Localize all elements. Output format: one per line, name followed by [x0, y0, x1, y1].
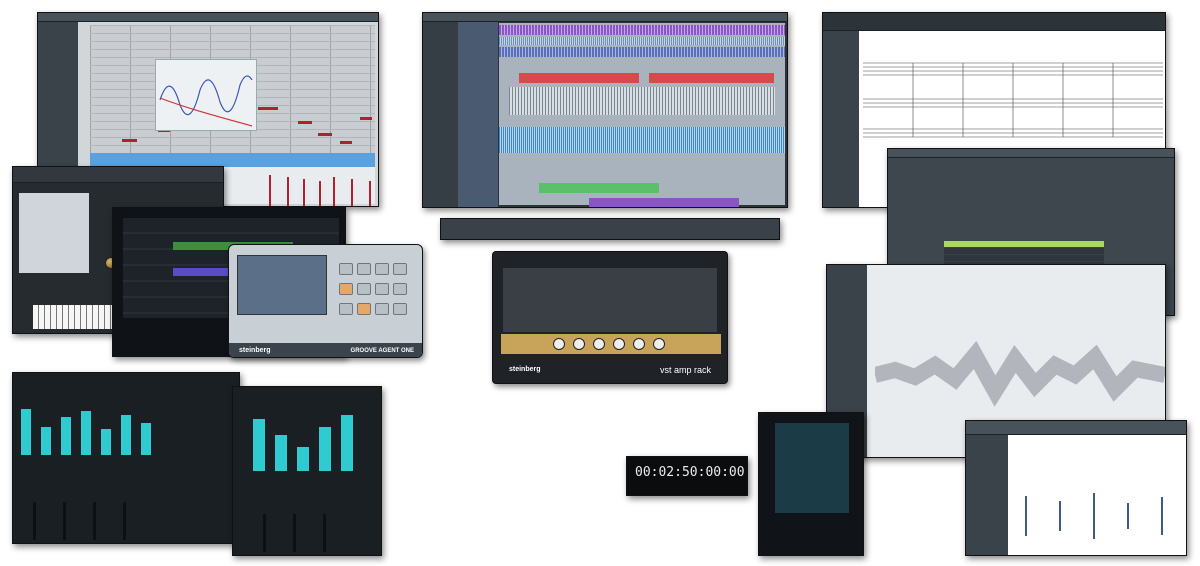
mixconsole-left [12, 372, 240, 544]
knob-icon[interactable] [553, 338, 565, 350]
mediabay-toolbar[interactable] [888, 149, 1174, 158]
pad-icon[interactable] [393, 263, 407, 275]
level-meter [61, 417, 71, 455]
audio-event[interactable] [499, 37, 785, 45]
audio-event[interactable] [499, 25, 785, 35]
knob-icon[interactable] [613, 338, 625, 350]
pad-icon[interactable] [375, 303, 389, 315]
knob-icon[interactable] [653, 338, 665, 350]
waveform-icon[interactable] [875, 335, 1165, 415]
audio-event[interactable] [589, 198, 739, 207]
level-meter [297, 447, 309, 471]
level-meter [141, 423, 151, 455]
fader-icon[interactable] [63, 502, 66, 540]
drum-transients [1025, 493, 1163, 539]
fader-icon[interactable] [123, 502, 126, 540]
automation-curve [159, 75, 253, 127]
level-meter [41, 427, 51, 455]
score-staves [863, 62, 1163, 138]
key-editor-toolbar[interactable] [38, 13, 378, 22]
level-meter [101, 429, 111, 455]
pad-icon[interactable] [339, 263, 353, 275]
fader-icon[interactable] [93, 502, 96, 540]
track-list[interactable] [458, 22, 498, 207]
knob-icon[interactable] [573, 338, 585, 350]
midi-note[interactable] [360, 117, 372, 120]
pad-icon[interactable] [393, 303, 407, 315]
amp-modules [503, 268, 717, 332]
fader-icon[interactable] [33, 502, 36, 540]
meter-display [775, 423, 849, 513]
waveform-toolbar[interactable] [966, 421, 1186, 435]
audio-event[interactable] [539, 183, 659, 193]
audio-event[interactable] [499, 47, 785, 57]
selected-row[interactable] [944, 241, 1104, 247]
pad-icon[interactable] [339, 303, 353, 315]
audio-event[interactable] [499, 127, 785, 153]
midi-note[interactable] [258, 107, 278, 110]
waveform-inspector [966, 435, 1008, 555]
curve-editor-popup[interactable] [155, 59, 257, 131]
midi-part[interactable] [649, 73, 774, 83]
pad-icon[interactable] [393, 283, 407, 295]
pad-icon[interactable] [357, 283, 371, 295]
amp-knob-strip [501, 334, 721, 354]
level-meter [341, 415, 353, 471]
brand-logo: steinberg [509, 366, 541, 373]
groove-agent-title: GROOVE AGENT ONE [350, 348, 414, 354]
pad-icon[interactable] [375, 263, 389, 275]
level-meter [81, 411, 91, 455]
groove-agent-window: steinberg GROOVE AGENT ONE [228, 244, 423, 358]
brand-logo: steinberg [239, 347, 271, 354]
fader-icon[interactable] [323, 514, 326, 552]
level-meter [21, 409, 31, 455]
level-meter [275, 435, 287, 471]
level-meter [121, 415, 131, 455]
pad-icon[interactable] [339, 283, 353, 295]
knob-icon[interactable] [593, 338, 605, 350]
midi-note[interactable] [122, 139, 137, 142]
audio-event[interactable] [509, 87, 775, 115]
midi-part[interactable] [519, 73, 639, 83]
drum-waveform-window [965, 420, 1187, 556]
pad-icon[interactable] [375, 283, 389, 295]
mixconsole-right [232, 386, 382, 556]
level-meter [253, 419, 265, 471]
pad-icon[interactable] [357, 263, 371, 275]
event-display[interactable] [499, 23, 785, 207]
transport-panel[interactable] [440, 218, 780, 240]
groove-display [237, 255, 327, 315]
time-display-window: 00:02:50:00:00 [626, 456, 748, 496]
loudness-meter-window [758, 412, 864, 556]
midi-note[interactable] [298, 121, 312, 124]
knob-icon[interactable] [633, 338, 645, 350]
score-toolbar[interactable] [823, 13, 1165, 31]
vst-amp-rack-window: steinberg vst amp rack [492, 251, 728, 384]
fader-icon[interactable] [263, 514, 266, 552]
time-display: 00:02:50:00:00 [635, 465, 745, 480]
project-toolbar[interactable] [423, 13, 787, 22]
project-window [422, 12, 788, 208]
fader-icon[interactable] [293, 514, 296, 552]
instrument-header [13, 167, 223, 183]
score-inspector [823, 31, 859, 207]
program-list[interactable] [19, 193, 89, 273]
amp-product-name: vst amp rack [659, 365, 711, 375]
controller-lane[interactable] [90, 153, 375, 167]
level-meter [319, 427, 331, 471]
midi-note[interactable] [318, 133, 332, 136]
pad-icon[interactable] [357, 303, 371, 315]
project-inspector [423, 22, 458, 207]
midi-note[interactable] [340, 141, 352, 144]
